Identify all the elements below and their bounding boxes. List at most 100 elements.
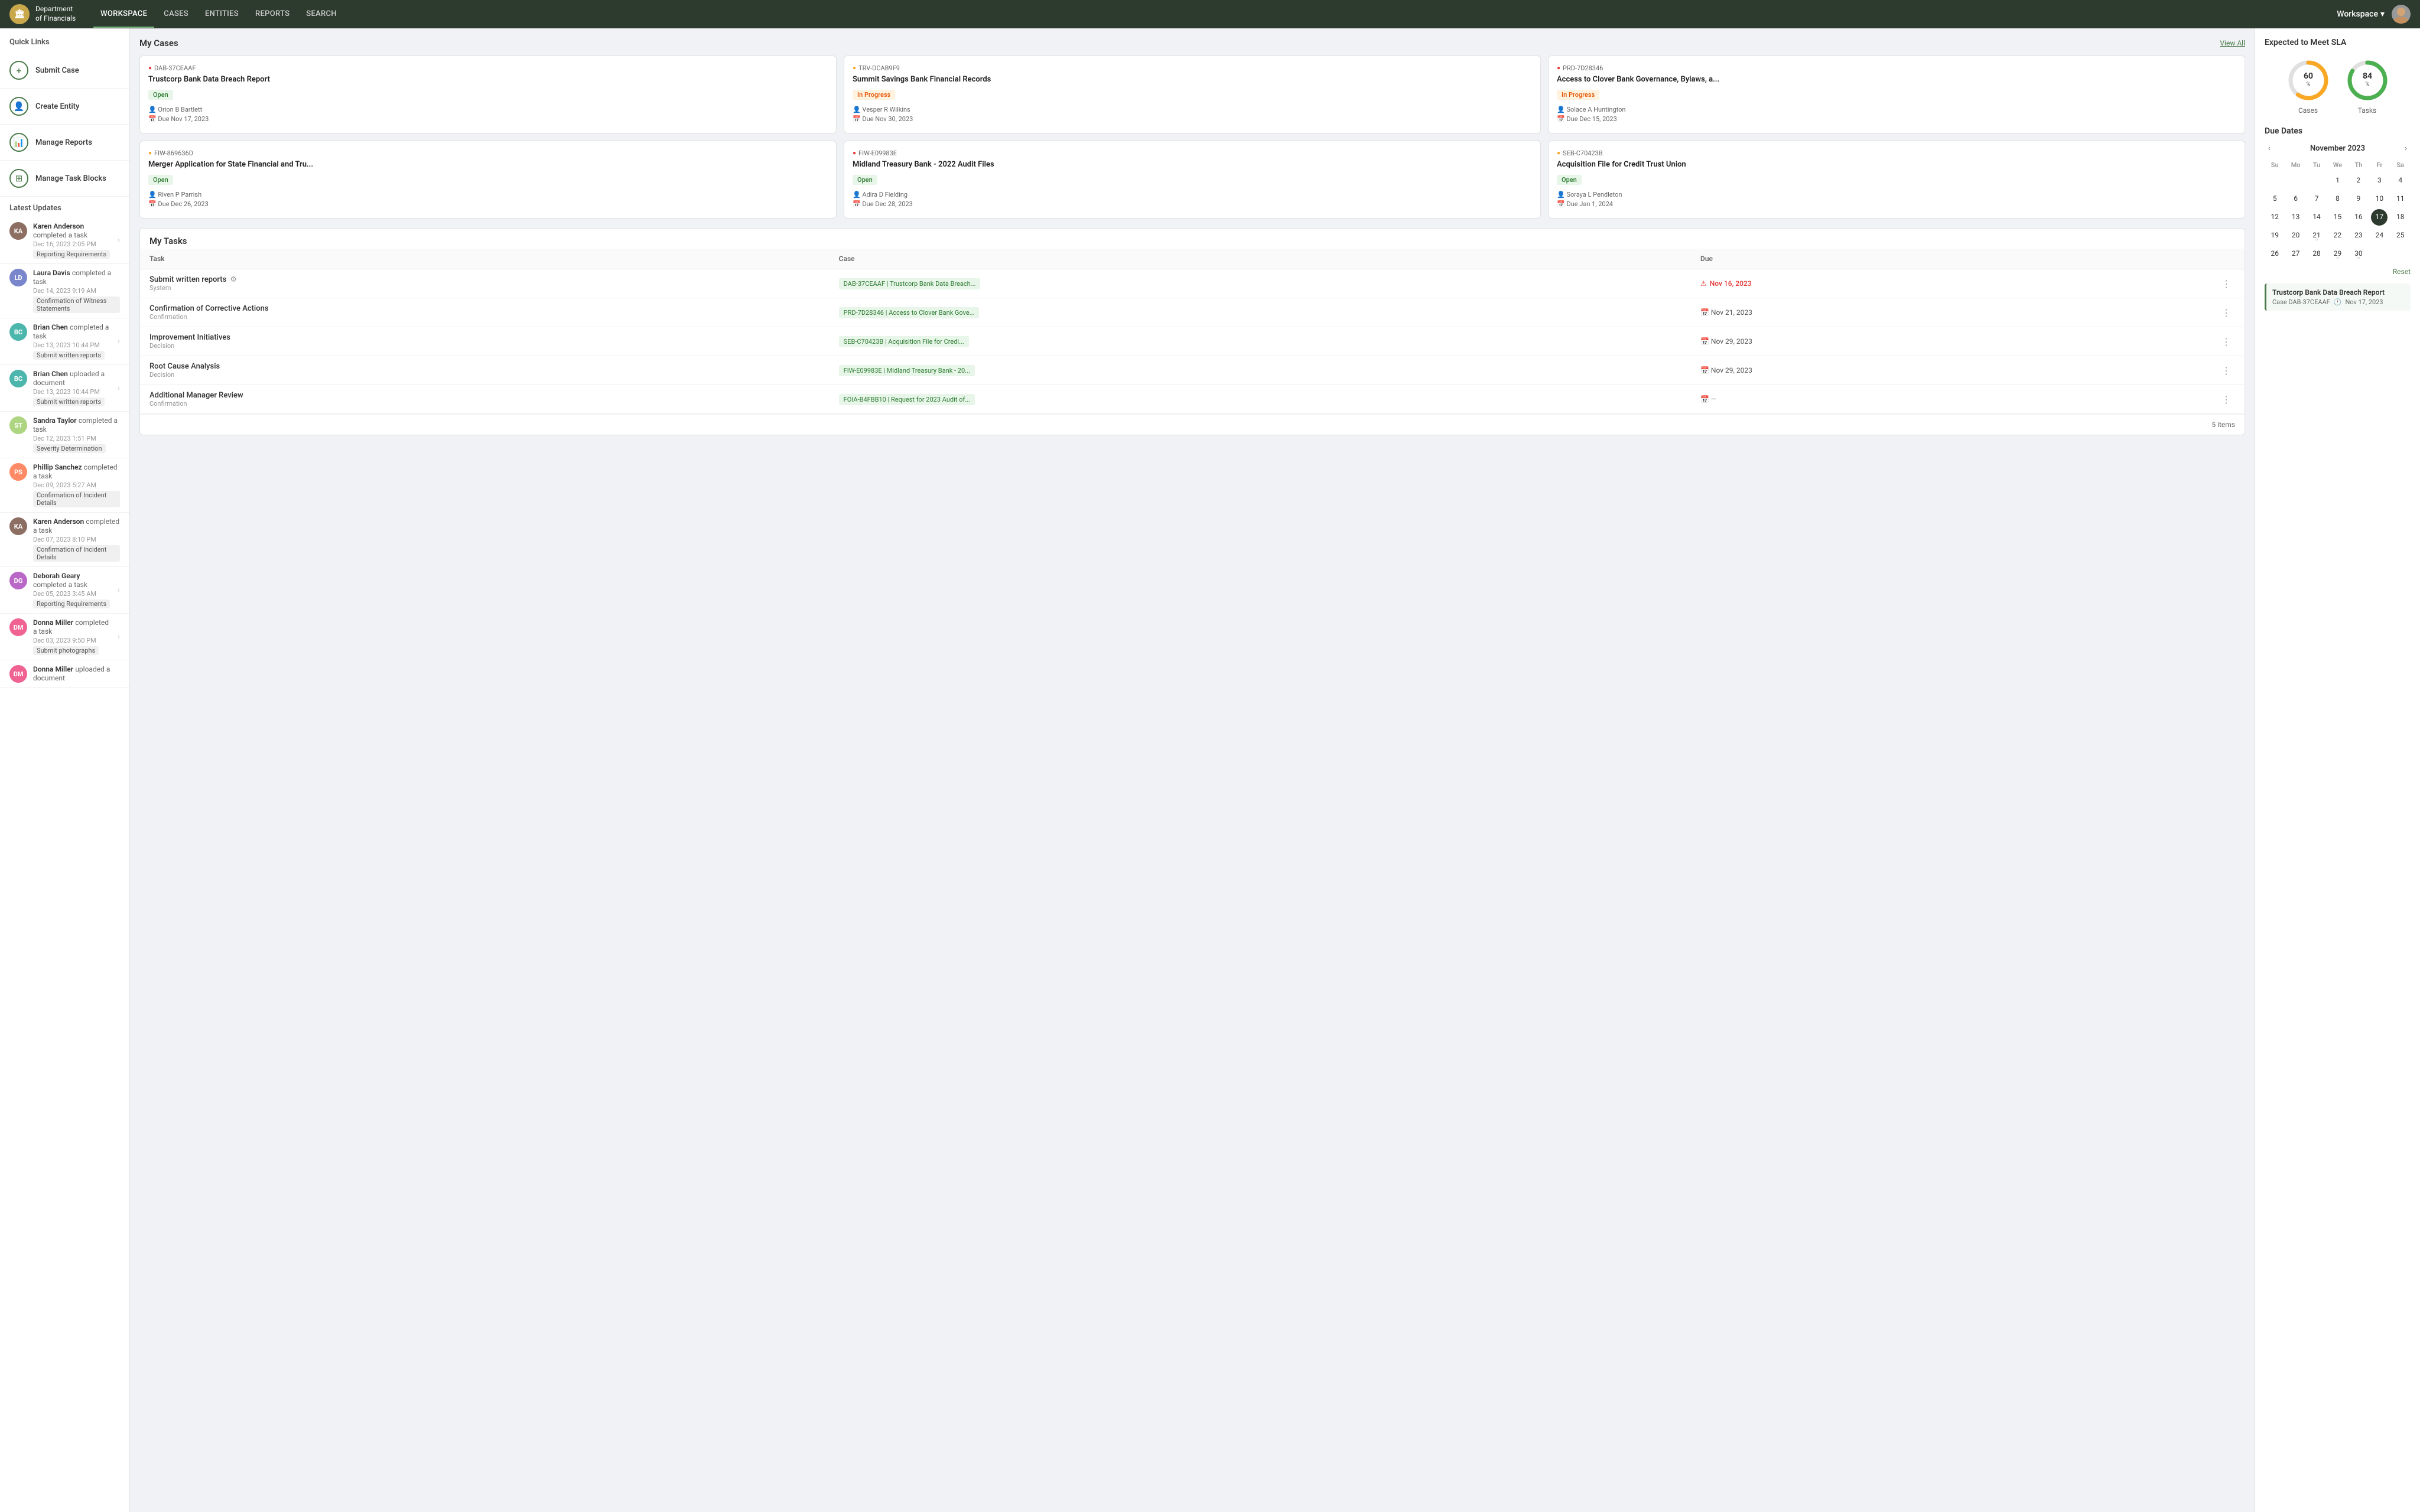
user-avatar[interactable] — [2392, 5, 2411, 24]
logo-icon: 🏛 — [9, 4, 30, 24]
task-menu[interactable]: ⋮ — [2217, 394, 2235, 405]
task-menu[interactable]: ⋮ — [2217, 365, 2235, 376]
task-row[interactable]: Improvement Initiatives Decision SEB-C70… — [140, 327, 2245, 356]
cal-day-26[interactable]: 26 — [2266, 246, 2283, 262]
cal-day-4[interactable]: 4 — [2392, 172, 2409, 189]
manage-reports-icon: 📊 — [9, 133, 28, 152]
case-status: Open — [853, 175, 877, 185]
cal-day-12[interactable]: 12 — [2266, 209, 2283, 226]
case-card[interactable]: ● FIW-E09983E Midland Treasury Bank - 20… — [844, 141, 1541, 219]
latest-update-item[interactable]: KA Karen Anderson completed a task Dec 0… — [0, 513, 129, 567]
nav-workspace[interactable]: WORKSPACE — [93, 1, 154, 28]
cal-day-5[interactable]: 5 — [2266, 191, 2283, 207]
case-card[interactable]: ● PRD-7D28346 Access to Clover Bank Gove… — [1548, 56, 2245, 133]
workspace-dropdown[interactable]: Workspace ▾ — [2337, 9, 2385, 19]
lu-action: completed a task — [33, 231, 87, 239]
lu-avatar: DM — [9, 618, 27, 636]
tasks-footer: 5 items — [140, 414, 2245, 435]
task-name: Confirmation of Corrective Actions — [149, 304, 839, 313]
quick-link-manage-task-blocks[interactable]: ⊞ Manage Task Blocks — [0, 161, 129, 197]
case-status: Open — [148, 90, 173, 100]
event-date: Nov 17, 2023 — [2345, 298, 2383, 306]
task-row[interactable]: Root Cause Analysis Decision FIW-E09983E… — [140, 356, 2245, 385]
task-name: Improvement Initiatives — [149, 333, 839, 342]
nav-cases[interactable]: CASES — [157, 1, 196, 28]
task-case-badge: FIW-E09983E | Midland Treasury Bank - 20… — [839, 365, 975, 376]
svg-text:%: % — [2306, 82, 2310, 87]
latest-update-item[interactable]: KA Karen Anderson completed a task Dec 1… — [0, 217, 129, 264]
cal-day-9[interactable]: 9 — [2350, 191, 2367, 207]
cal-day-1[interactable]: 1 — [2329, 172, 2346, 189]
quick-link-create-entity[interactable]: 👤 Create Entity — [0, 89, 129, 125]
cal-day-30[interactable]: 30 — [2350, 246, 2367, 262]
lu-arrow: › — [118, 585, 120, 595]
latest-update-item[interactable]: DM Donna Miller completed a task Dec 03,… — [0, 614, 129, 660]
cal-day-8[interactable]: 8 — [2329, 191, 2346, 207]
task-menu[interactable]: ⋮ — [2217, 307, 2235, 318]
cal-day-24[interactable]: 24 — [2371, 227, 2388, 244]
cal-day-21[interactable]: 21 — [2308, 227, 2325, 244]
lu-content: Donna Miller completed a task Dec 03, 20… — [33, 618, 112, 655]
manage-task-blocks-icon: ⊞ — [9, 169, 28, 188]
cal-day-empty — [2308, 172, 2325, 189]
case-card[interactable]: ● TRV-DCAB9F9 Summit Savings Bank Financ… — [844, 56, 1541, 133]
case-card[interactable]: ● FIW-869636D Merger Application for Sta… — [139, 141, 837, 219]
nav-entities[interactable]: ENTITIES — [198, 1, 246, 28]
task-type: Confirmation — [149, 313, 839, 321]
calendar-reset-button[interactable]: Reset — [2393, 268, 2411, 276]
cal-day-14[interactable]: 14 — [2308, 209, 2325, 226]
latest-update-item[interactable]: LD Laura Davis completed a task Dec 14, … — [0, 264, 129, 318]
case-card[interactable]: ● DAB-37CEAAF Trustcorp Bank Data Breach… — [139, 56, 837, 133]
tasks-table-header: Task Case Due — [140, 249, 2245, 269]
view-all-link[interactable]: View All — [2220, 39, 2245, 47]
task-row[interactable]: Submit written reports ⚙ System DAB-37CE… — [140, 269, 2245, 298]
lu-name: Karen Anderson — [33, 517, 84, 526]
cal-day-25[interactable]: 25 — [2392, 227, 2409, 244]
lu-arrow: › — [118, 236, 120, 245]
cal-day-3[interactable]: 3 — [2371, 172, 2388, 189]
app-logo: 🏛 Departmentof Financials — [9, 4, 76, 24]
nav-right: Workspace ▾ — [2337, 5, 2411, 24]
cal-day-28[interactable]: 28 — [2308, 246, 2325, 262]
cal-day-6[interactable]: 6 — [2288, 191, 2304, 207]
lu-name: Phillip Sanchez — [33, 463, 82, 471]
quick-link-submit-case[interactable]: + Submit Case — [0, 53, 129, 89]
latest-update-item[interactable]: PS Phillip Sanchez completed a task Dec … — [0, 458, 129, 513]
cal-day-18[interactable]: 18 — [2392, 209, 2409, 226]
cal-day-17[interactable]: 17 — [2371, 209, 2388, 226]
cal-day-16[interactable]: 16 — [2350, 209, 2367, 226]
cal-day-20[interactable]: 20 — [2288, 227, 2304, 244]
latest-update-item[interactable]: ST Sandra Taylor completed a task Dec 12… — [0, 412, 129, 458]
gear-icon[interactable]: ⚙ — [230, 275, 237, 284]
cal-day-29[interactable]: 29 — [2329, 246, 2346, 262]
task-name: Additional Manager Review — [149, 391, 839, 400]
quick-link-manage-reports[interactable]: 📊 Manage Reports — [0, 125, 129, 161]
latest-update-item[interactable]: BC Brian Chen uploaded a document Dec 13… — [0, 365, 129, 412]
latest-update-item[interactable]: BC Brian Chen completed a task Dec 13, 2… — [0, 318, 129, 365]
cal-day-13[interactable]: 13 — [2288, 209, 2304, 226]
latest-update-item[interactable]: DM Donna Miller uploaded a document — [0, 660, 129, 688]
cal-day-7[interactable]: 7 — [2308, 191, 2325, 207]
cal-day-22[interactable]: 22 — [2329, 227, 2346, 244]
cal-day-11[interactable]: 11 — [2392, 191, 2409, 207]
calendar-prev[interactable]: ‹ — [2265, 143, 2274, 154]
nav-reports[interactable]: REPORTS — [248, 1, 297, 28]
case-id: ● TRV-DCAB9F9 — [853, 64, 1532, 72]
calendar-event-card[interactable]: Trustcorp Bank Data Breach Report Case D… — [2265, 284, 2411, 311]
task-menu[interactable]: ⋮ — [2217, 336, 2235, 347]
nav-search[interactable]: SEARCH — [299, 1, 344, 28]
task-name-col: Root Cause Analysis Decision — [149, 362, 839, 379]
cal-day-15[interactable]: 15 — [2329, 209, 2346, 226]
task-row[interactable]: Additional Manager Review Confirmation F… — [140, 385, 2245, 414]
cal-day-10[interactable]: 10 — [2371, 191, 2388, 207]
cal-day-2[interactable]: 2 — [2350, 172, 2367, 189]
latest-update-item[interactable]: DG Deborah Geary completed a task Dec 05… — [0, 567, 129, 614]
calendar-next[interactable]: › — [2401, 143, 2411, 154]
cal-day-19[interactable]: 19 — [2266, 227, 2283, 244]
case-title: Acquisition File for Credit Trust Union — [1557, 159, 2236, 170]
cal-day-27[interactable]: 27 — [2288, 246, 2304, 262]
task-menu[interactable]: ⋮ — [2217, 278, 2235, 289]
case-card[interactable]: ● SEB-C70423B Acquisition File for Credi… — [1548, 141, 2245, 219]
task-row[interactable]: Confirmation of Corrective Actions Confi… — [140, 298, 2245, 327]
cal-day-23[interactable]: 23 — [2350, 227, 2367, 244]
